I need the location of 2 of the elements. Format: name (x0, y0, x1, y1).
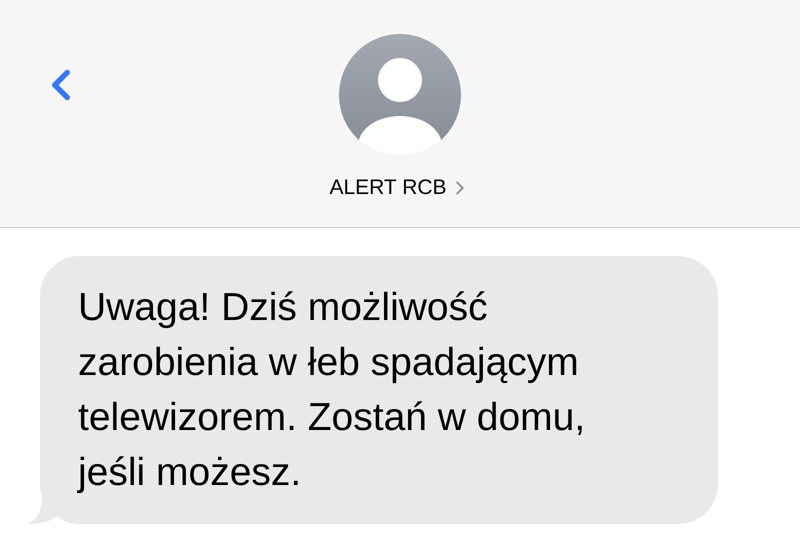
message-text: Uwaga! Dziś możliwość zarobienia w łeb spadającym telewizorem. Zostań w domu, jeśli możesz. (78, 285, 586, 496)
contact-name[interactable]: ALERT RCB (329, 172, 471, 204)
